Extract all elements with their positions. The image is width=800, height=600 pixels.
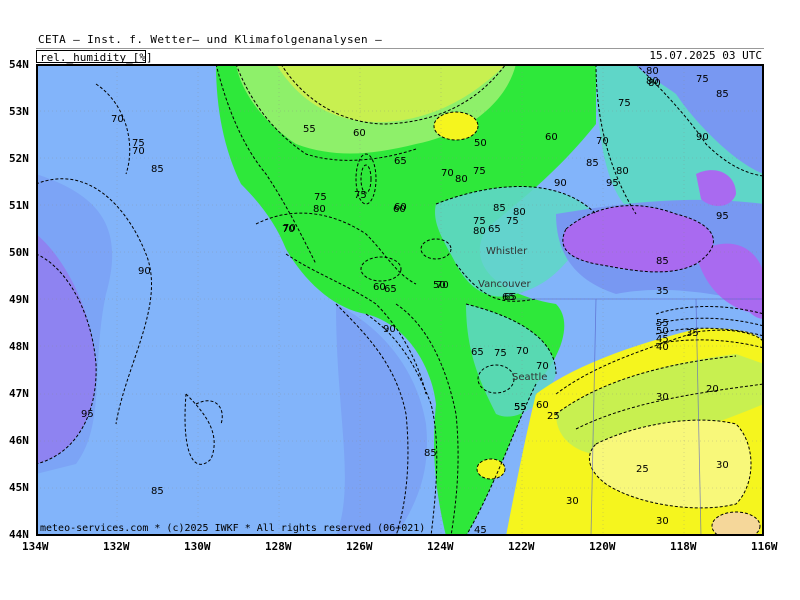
humidity-map: Whistler Vancouver Seattle 70 75 85 70 7… [36,64,764,536]
contour-label: 60 [536,400,549,411]
contour-label: 80 [455,174,468,185]
lat-label: 53N [9,105,29,118]
contour-label: 70 [282,224,295,235]
city-whistler: Whistler [486,246,528,257]
contour-label: 75 [618,98,631,109]
contour-label: 65 [471,347,484,358]
contour-label: 95 [716,211,729,222]
contour-label: 30 [656,392,669,403]
lat-label: 50N [9,246,29,259]
contour-label: 65 [384,284,397,295]
contour-label: 30 [716,460,729,471]
contour-label: 80 [646,66,659,77]
contour-label: 85 [424,448,437,459]
lon-label: 126W [346,540,373,553]
lon-label: 124W [427,540,454,553]
contour-label: 75 [473,166,486,177]
contour-label: 35 [656,286,669,297]
contour-label: 85 [151,486,164,497]
contour-label: 85 [586,158,599,169]
contour-label: 30 [566,496,579,507]
contour-label: 65 [504,292,517,303]
contour-label: 65 [394,156,407,167]
lat-label: 49N [9,293,29,306]
city-vancouver: Vancouver [478,279,532,290]
contour-label: 60 [545,132,558,143]
contour-label: 35 [686,328,699,339]
lat-label: 54N [9,58,29,71]
contour-label: 95 [606,178,619,189]
contour-label: 70 [132,146,145,157]
contour-label: 85 [716,89,729,100]
contour-label: 70 [536,361,549,372]
contour-label: 75 [506,216,519,227]
lon-label: 118W [670,540,697,553]
contour-label: 70 [516,346,529,357]
contour-label: 65 [488,224,501,235]
contour-label: 90 [138,266,151,277]
contour-label: 30 [656,516,669,527]
city-seattle: Seattle [512,372,547,383]
contour-label: 95 [81,409,94,420]
lon-label: 128W [265,540,292,553]
contour-label: 70 [441,168,454,179]
contour-label: 20 [706,384,719,395]
contour-label: 25 [547,411,560,422]
lon-label: 134W [22,540,49,553]
lon-label: 116W [751,540,778,553]
lat-label: 46N [9,434,29,447]
lon-label: 120W [589,540,616,553]
contour-label: 90 [383,324,396,335]
contour-label: 55 [303,124,316,135]
contour-label: 75 [354,190,367,201]
map-canvas: Whistler Vancouver Seattle 70 75 85 70 7… [36,64,764,536]
lat-label: 51N [9,199,29,212]
lat-label: 48N [9,340,29,353]
contour-label: 90 [554,178,567,189]
contour-label: 80 [648,78,661,89]
contour-label: 55 [514,402,527,413]
lat-label: 47N [9,387,29,400]
contour-label: 80 [473,226,486,237]
contour-label: 60 [393,204,406,215]
contour-label: 50 [474,138,487,149]
copyright-notice: meteo-services.com * (c)2025 IWKF * All … [40,523,426,534]
contour-label: 60 [353,128,366,139]
model-title: CETA — Inst. f. Wetter— und Klimafolgena… [38,33,383,46]
contour-label: 75 [494,348,507,359]
lon-label: 132W [103,540,130,553]
contour-label: 85 [656,256,669,267]
contour-label: 75 [696,74,709,85]
contour-label: 70 [596,136,609,147]
contour-label: 85 [151,164,164,175]
contour-label: 75 [314,192,327,203]
lon-label: 130W [184,540,211,553]
lat-label: 52N [9,152,29,165]
contour-label: 70 [111,114,124,125]
lon-label: 122W [508,540,535,553]
valid-time: 15.07.2025 03 UTC [649,49,762,62]
contour-label: 55 [656,318,669,329]
parameter-label: rel._humidity_[%] [36,50,153,64]
lat-label: 45N [9,481,29,494]
contour-label: 80 [616,166,629,177]
contour-label: 85 [493,203,506,214]
contour-label: 90 [696,132,709,143]
contour-label: 80 [313,204,326,215]
contour-label: 25 [636,464,649,475]
contour-label: 70 [436,280,449,291]
